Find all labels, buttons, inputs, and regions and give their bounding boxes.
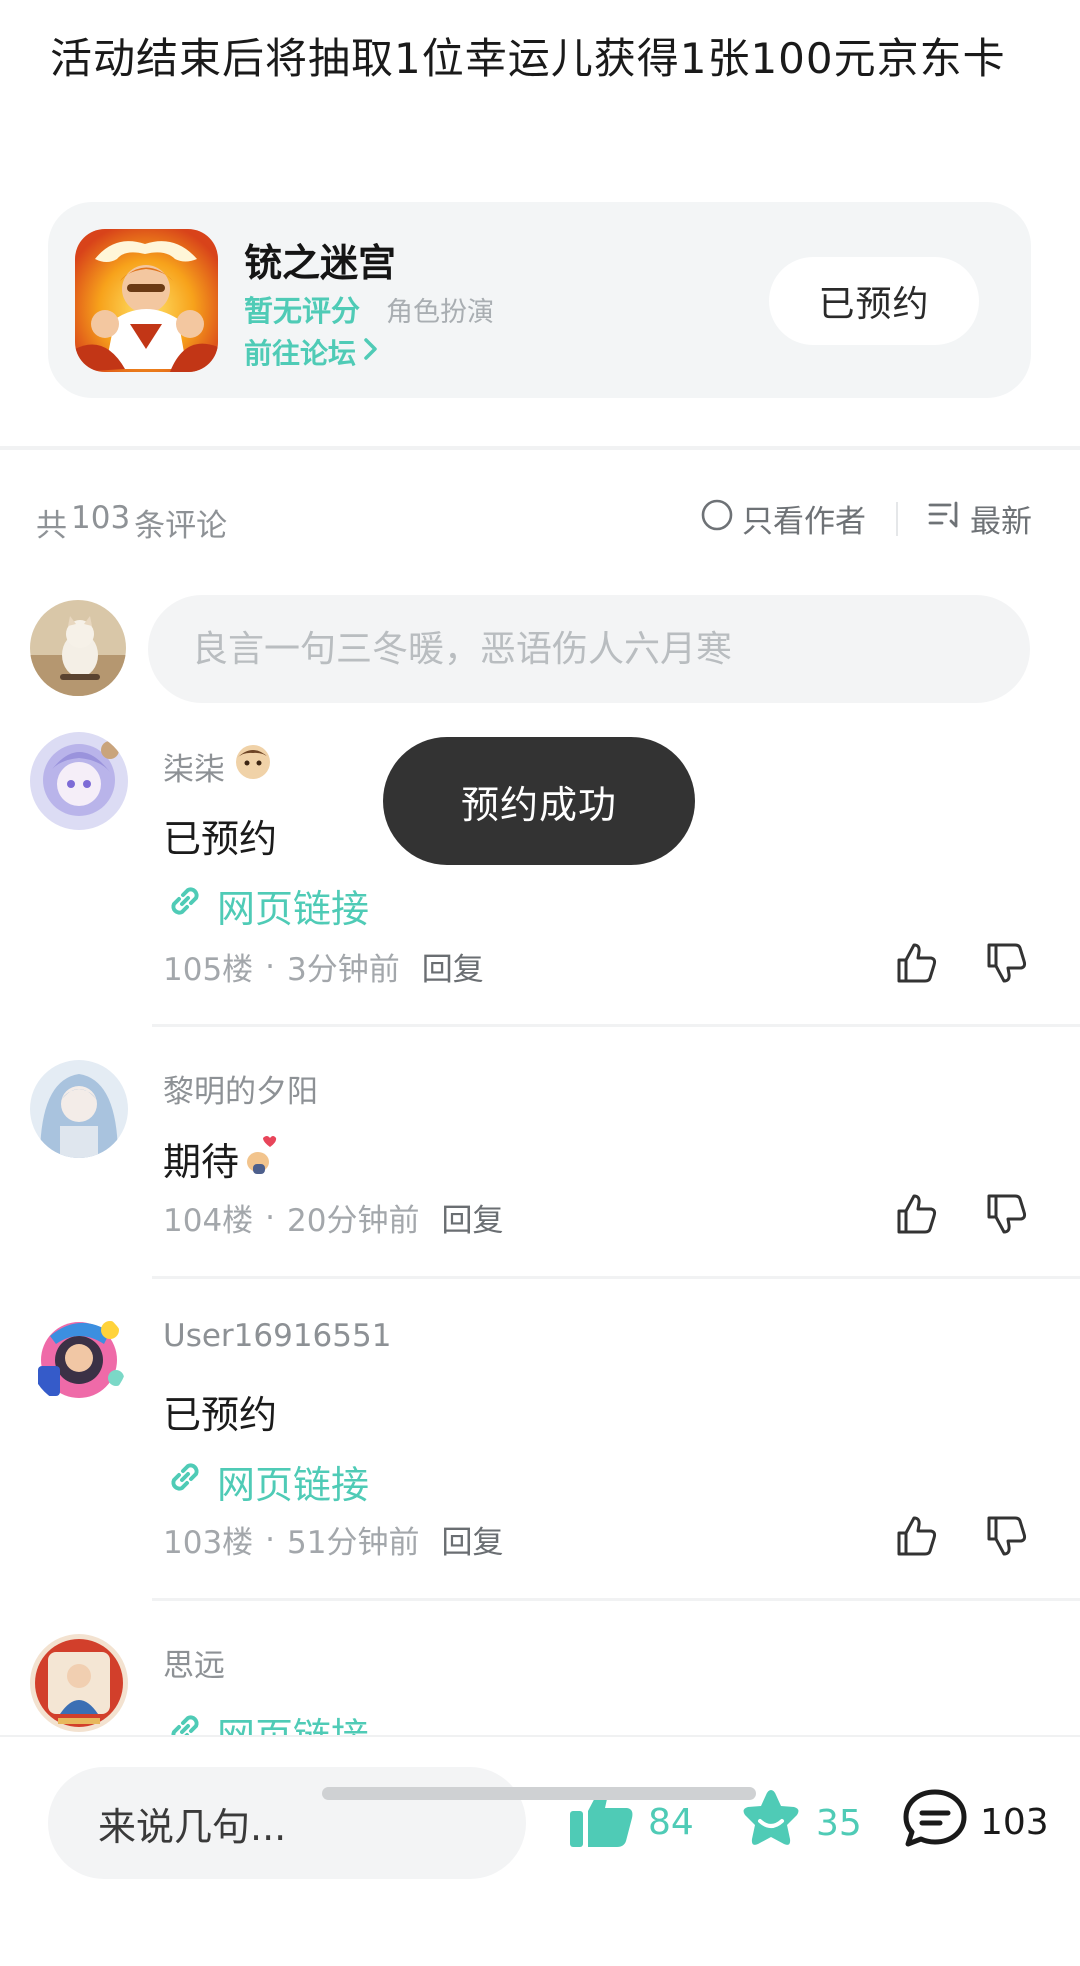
link-icon [165, 881, 205, 930]
thumbs-down-icon[interactable] [984, 940, 1030, 986]
like-count: 84 [648, 1802, 694, 1843]
comment-count-bottom: 103 [980, 1802, 1049, 1843]
comment-actions [894, 1191, 1030, 1237]
reply-button[interactable]: 回复 [441, 1195, 503, 1240]
comment-username[interactable]: User16916551 [163, 1318, 391, 1354]
comment-meta: 105楼 · 3分钟前 回复 [163, 944, 484, 989]
comment-meta: 103楼 · 51分钟前 回复 [163, 1517, 503, 1562]
section-divider [0, 446, 1080, 450]
author-only-toggle[interactable]: 只看作者 [700, 496, 866, 541]
sort-label: 最新 [970, 504, 1032, 540]
game-genre: 角色扮演 [386, 297, 495, 328]
link-icon [165, 1457, 205, 1506]
comment-time: 3分钟前 [287, 952, 400, 988]
comment-time: 20分钟前 [287, 1203, 420, 1239]
comment-actions [894, 1513, 1030, 1559]
fingers-heart-emoji-icon [243, 1134, 279, 1183]
reply-button[interactable]: 回复 [441, 1517, 503, 1562]
comment-avatar[interactable] [30, 1634, 128, 1732]
comment-text: 期待 [163, 1131, 279, 1186]
comment-floor: 104楼 [163, 1203, 254, 1239]
thumbs-down-icon[interactable] [984, 1513, 1030, 1559]
thumbs-up-icon[interactable] [894, 1191, 940, 1237]
game-icon[interactable] [75, 229, 218, 372]
comment-avatar[interactable] [30, 1060, 128, 1158]
thumbs-up-icon[interactable] [894, 1513, 940, 1559]
my-avatar[interactable] [30, 600, 126, 696]
bottom-action-bar: 来说几句... 84 35 103 [0, 1735, 1080, 1966]
favorite-count: 35 [816, 1803, 862, 1844]
user-badge-icon [233, 742, 273, 790]
reserve-button[interactable]: 已预约 [769, 257, 979, 345]
reply-button[interactable]: 回复 [422, 944, 484, 989]
comment-floor: 105楼 [163, 952, 254, 988]
comment-divider [152, 1598, 1080, 1601]
comments-button[interactable]: 103 [902, 1787, 1049, 1858]
chevron-right-icon [362, 336, 380, 369]
forum-link[interactable]: 前往论坛 [244, 332, 380, 372]
comment-username[interactable]: 思远 [163, 1640, 225, 1685]
comment-time: 51分钟前 [287, 1525, 420, 1561]
favorite-button[interactable]: 35 [738, 1787, 862, 1860]
comment-count: 共 103 条评论 [36, 500, 228, 544]
link-label: 网页链接 [217, 887, 370, 931]
home-indicator [322, 1787, 756, 1800]
radio-circle-icon [700, 498, 734, 540]
forum-link-label: 前往论坛 [244, 337, 357, 370]
comment-meta: 104楼 · 20分钟前 回复 [163, 1195, 503, 1240]
comment-divider [152, 1276, 1080, 1279]
comment-text: 已预约 [163, 817, 278, 861]
post-text: 活动结束后将抽取1位幸运儿获得1张100元京东卡 [50, 34, 1006, 83]
comment-filters: 只看作者 最新 [700, 496, 1032, 541]
sort-icon [928, 500, 962, 538]
comment-username[interactable]: 柒柒 [163, 742, 273, 790]
comment-input[interactable] [148, 595, 1030, 703]
game-card[interactable]: 铳之迷宫 暂无评分 角色扮演 前往论坛 已预约 [48, 202, 1031, 398]
comment-floor: 103楼 [163, 1525, 254, 1561]
filter-divider [896, 501, 898, 536]
comment-username[interactable]: 黎明的夕阳 [163, 1066, 318, 1111]
toast-message: 预约成功 [383, 737, 695, 865]
comment-avatar[interactable] [30, 732, 128, 830]
bottom-comment-input[interactable]: 来说几句... [48, 1767, 526, 1879]
thumbs-up-icon[interactable] [894, 940, 940, 986]
thumbs-down-icon[interactable] [984, 1191, 1030, 1237]
comment-web-link[interactable]: 网页链接 [165, 878, 369, 933]
comment-bubble-icon [902, 1787, 968, 1858]
sort-toggle[interactable]: 最新 [928, 496, 1032, 541]
comment-text: 已预约 [163, 1393, 278, 1437]
game-title[interactable]: 铳之迷宫 [244, 232, 396, 287]
game-rating: 暂无评分 [244, 294, 361, 328]
link-label: 网页链接 [217, 1463, 370, 1507]
comment-divider [152, 1024, 1080, 1027]
game-meta: 暂无评分 角色扮演 [244, 288, 494, 330]
comment-avatar[interactable] [30, 1308, 128, 1406]
comment-web-link[interactable]: 网页链接 [165, 1454, 369, 1509]
comment-actions [894, 940, 1030, 986]
author-only-label: 只看作者 [742, 504, 866, 540]
